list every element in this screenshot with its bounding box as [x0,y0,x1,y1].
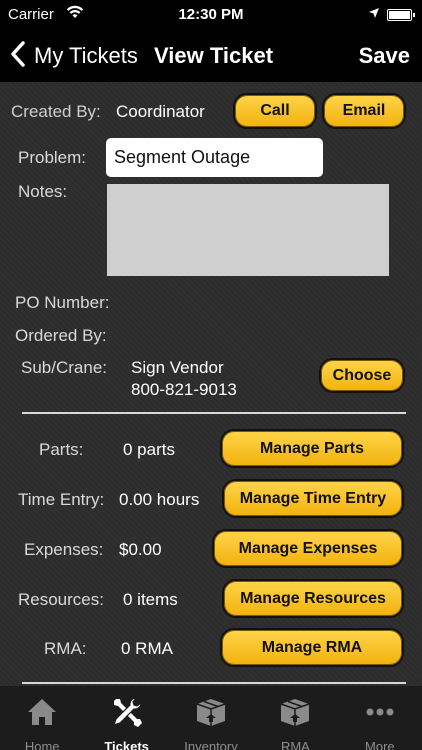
parts-value: 0 parts [123,440,175,459]
rma-value: 0 RMA [121,639,173,658]
ticket-detail: Created By: Coordinator Call Email Probl… [0,82,422,686]
tab-more-label: More [365,739,395,750]
sub-crane-name: Sign Vendor [131,358,224,377]
tab-rma[interactable]: RMA [253,686,337,750]
created-by-label: Created By: [11,102,101,121]
choose-button[interactable]: Choose [319,358,405,393]
ordered-by-label: Ordered By: [15,326,107,345]
sub-crane-phone: 800-821-9013 [131,380,237,399]
tab-tickets[interactable]: Tickets [84,686,168,750]
tab-tickets-label: Tickets [104,739,149,750]
tab-bar: Home Tickets Inventory RMA More [0,686,422,750]
manage-time-entry-button[interactable]: Manage Time Entry [222,479,404,518]
manage-resources-button[interactable]: Manage Resources [222,579,404,618]
section-divider [22,412,406,414]
tab-inventory[interactable]: Inventory [169,686,253,750]
problem-label: Problem: [18,148,87,167]
expenses-value: $0.00 [119,540,162,559]
tab-home[interactable]: Home [0,686,84,750]
resources-label: Resources: [18,590,104,609]
tab-home-label: Home [24,739,60,750]
resources-value: 0 items [123,590,178,609]
parts-label: Parts: [39,440,84,459]
back-label: My Tickets [34,43,138,68]
manage-parts-button[interactable]: Manage Parts [220,429,404,468]
location-arrow-icon [368,6,380,23]
tab-more[interactable]: More [338,686,422,750]
email-button[interactable]: Email [322,93,406,129]
battery-icon [387,9,415,21]
call-button[interactable]: Call [233,93,317,129]
more-icon [362,694,398,735]
save-button[interactable]: Save [359,43,410,69]
tab-inventory-label: Inventory [184,739,238,750]
sub-crane-label: Sub/Crane: [21,358,107,377]
manage-expenses-button[interactable]: Manage Expenses [212,529,404,568]
created-by-value: Coordinator [116,102,205,121]
box-icon [277,694,313,735]
status-time: 12:30 PM [178,6,244,23]
tools-icon [109,694,145,735]
bottom-divider [22,682,406,684]
time-entry-value: 0.00 hours [119,490,200,509]
expenses-label: Expenses: [24,540,104,559]
status-bar: Carrier 12:30 PM [0,0,422,30]
box-icon [193,694,229,735]
chevron-left-icon [8,40,28,73]
page-title: View Ticket [154,43,274,68]
rma-label: RMA: [44,639,87,658]
time-entry-label: Time Entry: [18,490,105,509]
manage-rma-button[interactable]: Manage RMA [220,628,404,667]
notes-field[interactable] [107,184,389,276]
navigation-bar: My Tickets View Ticket Save [0,30,422,82]
home-icon [24,694,60,735]
problem-field[interactable]: Segment Outage [106,138,323,177]
back-button[interactable]: My Tickets [8,40,138,72]
notes-label: Notes: [18,182,68,201]
tab-rma-label: RMA [280,739,310,750]
po-number-label: PO Number: [15,293,110,312]
